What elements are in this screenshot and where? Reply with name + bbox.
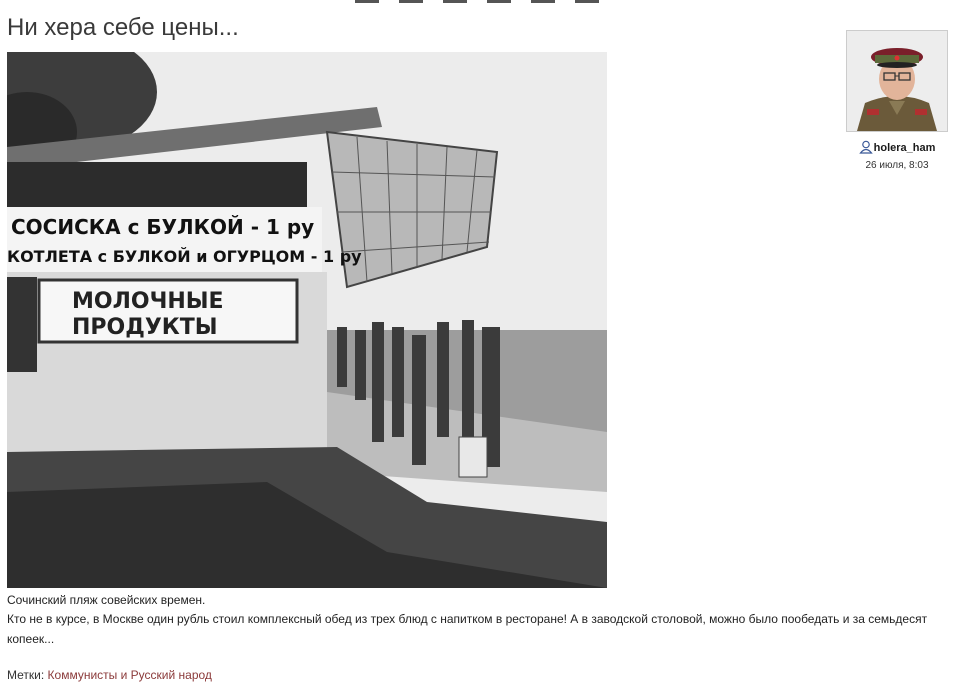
photo-caption: Сочинский пляж совейских времен.	[7, 593, 206, 607]
nav-dash	[487, 0, 511, 3]
tag-link[interactable]: Коммунисты и Русский народ	[48, 668, 212, 682]
author-name-row[interactable]: holera_ham	[845, 140, 949, 157]
photo-board-line1: МОЛОЧНЫЕ	[72, 289, 224, 314]
nav-dash	[399, 0, 423, 3]
nav-dash	[531, 0, 555, 3]
user-icon	[858, 140, 873, 157]
nav-dash	[575, 0, 599, 3]
nav-dash	[355, 0, 379, 3]
nav-dash	[443, 0, 467, 3]
photo-sign-line1: СОСИСКА с БУЛКОЙ - 1 ру	[11, 215, 314, 239]
photo-board-line2: ПРОДУКТЫ	[72, 315, 218, 340]
tags-label: Метки:	[7, 668, 45, 682]
author-block: holera_ham 26 июля, 8:03	[845, 30, 949, 171]
post-body: Кто не в курсе, в Москве один рубль стои…	[7, 612, 928, 646]
top-nav-strip	[355, 0, 605, 4]
post-date: 26 июля, 8:03	[865, 160, 929, 171]
post-photo: СОСИСКА с БУЛКОЙ - 1 ру КОТЛЕТА с БУЛКОЙ…	[7, 52, 607, 588]
post-title[interactable]: Ни хера себе цены...	[7, 14, 239, 42]
photo-sign-line2: КОТЛЕТА с БУЛКОЙ и ОГУРЦОМ - 1 ру	[7, 247, 362, 266]
author-name[interactable]: holera_ham	[874, 142, 936, 154]
author-avatar[interactable]	[846, 30, 948, 132]
tags-row: Метки: Коммунисты и Русский народ	[7, 668, 212, 682]
